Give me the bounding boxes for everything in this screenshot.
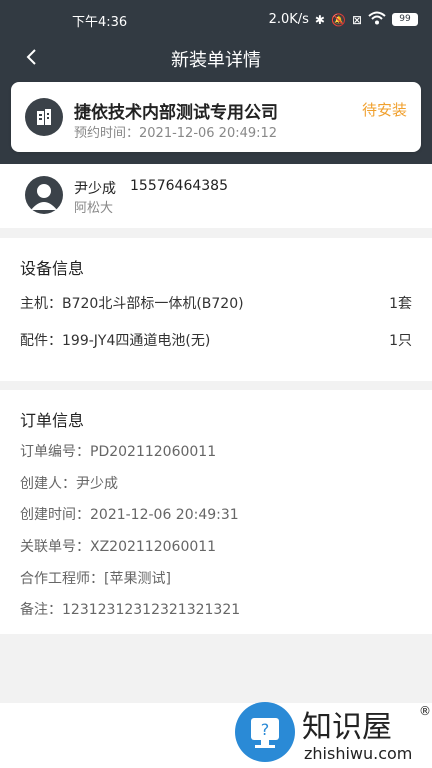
order-engineer: 合作工程师：[苹果测试] bbox=[20, 571, 171, 587]
order-creator: 创建人：尹少成 bbox=[20, 476, 118, 492]
order-created-time: 创建时间：2021-12-06 20:49:31 bbox=[20, 507, 239, 523]
network-speed: 2.0K/s bbox=[268, 12, 309, 27]
status-badge: 待安装 bbox=[361, 101, 407, 119]
watermark-registered: ® bbox=[419, 704, 431, 718]
status-icons: 2.0K/s ✱ 🔕 ⊠ 99 bbox=[269, 11, 418, 28]
order-info-section: 订单信息 订单编号：PD202112060011 创建人：尹少成 创建时间：20… bbox=[0, 390, 432, 634]
wifi-icon bbox=[368, 11, 386, 28]
appointment-time: 预约时间：2021-12-06 20:49:12 bbox=[74, 126, 278, 141]
status-bar: 下午4:36 2.0K/s ✱ 🔕 ⊠ 99 bbox=[0, 0, 432, 36]
watermark-logo: ? 知识屋 ® zhishiwu.com bbox=[232, 700, 432, 768]
svg-text:?: ? bbox=[261, 720, 270, 739]
device-row-accessory: 配件：199-JY4四通道电池(无) bbox=[20, 333, 211, 349]
device-section-title: 设备信息 bbox=[20, 259, 85, 278]
user-name: 尹少成 bbox=[74, 181, 116, 197]
building-icon bbox=[25, 98, 63, 136]
avatar bbox=[25, 176, 63, 214]
user-subtitle: 阿松大 bbox=[74, 201, 114, 216]
page-title: 新装单详情 bbox=[171, 50, 261, 71]
device-info-section: 设备信息 主机：B720北斗部标一体机(B720) 1套 配件：199-JY4四… bbox=[0, 238, 432, 381]
user-icon bbox=[31, 184, 57, 210]
user-phone[interactable]: 15576464385 bbox=[130, 178, 228, 194]
user-info[interactable]: 尹少成 15576464385 阿松大 bbox=[0, 164, 432, 228]
order-number: 订单编号：PD202112060011 bbox=[20, 444, 217, 460]
company-name: 捷依技术内部测试专用公司 bbox=[74, 103, 278, 123]
company-card: 捷依技术内部测试专用公司 预约时间：2021-12-06 20:49:12 待安… bbox=[11, 82, 421, 152]
battery-icon: 99 bbox=[392, 13, 418, 26]
watermark-title: 知识屋 bbox=[302, 710, 392, 745]
device-row-host: 主机：B720北斗部标一体机(B720) bbox=[20, 296, 244, 312]
order-section-title: 订单信息 bbox=[20, 411, 85, 430]
sim-icon: ⊠ bbox=[351, 12, 362, 27]
watermark-icon: ? bbox=[235, 702, 295, 762]
order-remark: 备注：12312312312321321321 bbox=[20, 602, 241, 618]
device-row-accessory-qty: 1只 bbox=[389, 333, 412, 349]
order-related-number: 关联单号：XZ202112060011 bbox=[20, 539, 217, 555]
watermark-url: zhishiwu.com bbox=[304, 744, 413, 763]
mute-icon: 🔕 bbox=[330, 12, 346, 27]
device-row-host-qty: 1套 bbox=[389, 296, 412, 312]
bluetooth-icon: ✱ bbox=[314, 12, 325, 27]
status-time: 下午4:36 bbox=[72, 15, 128, 30]
